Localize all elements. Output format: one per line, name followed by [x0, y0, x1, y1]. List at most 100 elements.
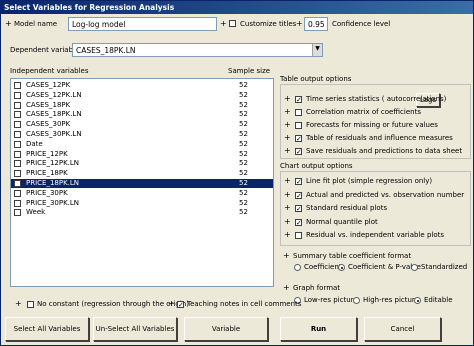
- list-item[interactable]: PRICE_12PK 52: [11, 150, 273, 159]
- variable-checkbox[interactable]: ✓: [14, 180, 21, 188]
- list-item[interactable]: CASES_30PK 52: [11, 120, 273, 129]
- option-label: Forecasts for missing or future values: [306, 121, 438, 129]
- variable-name: Date: [26, 139, 43, 148]
- chart-output-heading: Chart output options: [280, 162, 353, 170]
- option-checkbox[interactable]: ✓: [295, 148, 302, 156]
- radio-button[interactable]: [411, 264, 418, 271]
- plus-icon[interactable]: +: [284, 231, 291, 239]
- independent-variables-list[interactable]: CASES_12PK 52 CASES_12PK.LN 52 CASES_18PK 52 C…: [10, 78, 274, 287]
- teaching-notes-checkbox[interactable]: ✓: [177, 301, 184, 309]
- radio-button[interactable]: [353, 297, 360, 304]
- plus-icon[interactable]: +: [284, 190, 291, 199]
- variable-checkbox[interactable]: [14, 82, 21, 89]
- coefficient-format-heading: Summary table coefficient format: [293, 252, 412, 260]
- list-item[interactable]: ✓ PRICE_18PK.LN 52: [11, 179, 273, 188]
- confidence-level-input[interactable]: 0.95: [304, 17, 328, 31]
- variable-checkbox[interactable]: [14, 189, 21, 197]
- run-button[interactable]: Run: [280, 317, 357, 341]
- option-checkbox[interactable]: [295, 122, 302, 129]
- variable-checkbox[interactable]: [14, 160, 21, 168]
- variable-name: CASES_12PK: [26, 81, 71, 89]
- variable-name: PRICE_30PK.LN: [26, 198, 80, 207]
- sample-size: 52: [239, 90, 248, 99]
- variable-checkbox[interactable]: [14, 140, 21, 148]
- plus-icon[interactable]: +: [284, 217, 291, 226]
- option-checkbox[interactable]: [295, 109, 302, 116]
- option-checkbox[interactable]: ✓: [295, 218, 302, 227]
- variable-checkbox[interactable]: [14, 209, 21, 217]
- list-item[interactable]: PRICE_30PK 52: [11, 189, 273, 198]
- sample-size: 52: [239, 120, 248, 129]
- window-title: Select Variables for Regression Analysis: [1, 1, 473, 14]
- option-checkbox[interactable]: ✓: [295, 135, 302, 143]
- cancel-button[interactable]: Cancel: [364, 317, 441, 341]
- option-checkbox[interactable]: [295, 232, 302, 239]
- list-item[interactable]: Week 52: [11, 208, 273, 217]
- option-checkbox[interactable]: ✓: [295, 96, 302, 104]
- option-checkbox[interactable]: ✓: [295, 178, 302, 186]
- list-item[interactable]: Date 52: [11, 140, 273, 149]
- variable-checkbox[interactable]: [14, 199, 21, 207]
- plus-icon[interactable]: +: [284, 204, 291, 212]
- variable-name: CASES_18PK: [26, 100, 71, 109]
- option-label: Correlation matrix of coefficients: [306, 108, 421, 116]
- variable-name: CASES_30PK: [26, 120, 71, 129]
- radio-label: Coefficient: [304, 263, 342, 271]
- variable-checkbox[interactable]: [14, 121, 21, 129]
- radio-button[interactable]: [294, 264, 301, 271]
- plus-icon[interactable]: +: [296, 20, 303, 28]
- check-icon: ✓: [296, 96, 302, 104]
- variable-checkbox[interactable]: [14, 111, 21, 119]
- plus-icon[interactable]: +: [220, 20, 227, 28]
- list-item[interactable]: CASES_18PK 52: [11, 101, 273, 110]
- check-icon: ✓: [296, 218, 302, 227]
- variable-checkbox[interactable]: [14, 150, 21, 158]
- variable-checkbox[interactable]: [14, 131, 21, 138]
- list-item[interactable]: PRICE_12PK.LN 52: [11, 159, 273, 168]
- customize-titles-label: Customize titles: [240, 20, 297, 28]
- radio-label: Standardized: [421, 263, 468, 271]
- list-item[interactable]: CASES_30PK.LN 52: [11, 130, 273, 139]
- check-icon: ✓: [296, 205, 302, 213]
- option-label: Standard residual plots: [306, 204, 388, 212]
- option-checkbox[interactable]: ✓: [295, 191, 302, 199]
- list-item[interactable]: CASES_18PK.LN 52: [11, 110, 273, 119]
- check-icon: ✓: [15, 180, 21, 188]
- customize-titles-checkbox[interactable]: [229, 20, 236, 27]
- plus-icon[interactable]: +: [284, 177, 291, 185]
- plus-icon[interactable]: +: [284, 95, 291, 103]
- plus-icon[interactable]: +: [283, 252, 290, 260]
- plus-icon[interactable]: +: [284, 108, 291, 116]
- no-constant-checkbox[interactable]: [27, 301, 34, 308]
- plus-icon[interactable]: +: [284, 134, 291, 142]
- plus-icon[interactable]: +: [5, 20, 12, 28]
- variable-checkbox[interactable]: [14, 170, 21, 178]
- sample-size: 52: [239, 110, 248, 119]
- plus-icon[interactable]: +: [284, 121, 291, 129]
- chevron-down-icon[interactable]: ▼: [312, 44, 322, 56]
- list-item[interactable]: PRICE_30PK.LN 52: [11, 199, 273, 208]
- plus-icon[interactable]: +: [168, 300, 175, 308]
- plus-icon[interactable]: +: [283, 284, 290, 292]
- plus-icon[interactable]: +: [284, 147, 291, 155]
- variable-checkbox[interactable]: [14, 91, 21, 99]
- model-name-input[interactable]: Log-log model: [68, 17, 217, 31]
- dependent-variable-select[interactable]: CASES_18PK.LN ▼: [72, 43, 323, 57]
- option-checkbox[interactable]: ✓: [295, 205, 302, 213]
- radio-label: Editable: [424, 296, 453, 304]
- variable-name: Week: [26, 208, 46, 217]
- list-item[interactable]: PRICE_18PK 52: [11, 169, 273, 178]
- radio-button[interactable]: [338, 264, 345, 271]
- list-item[interactable]: CASES_12PK.LN 52: [11, 91, 273, 100]
- check-icon: ✓: [296, 135, 302, 143]
- plus-icon[interactable]: +: [15, 300, 22, 308]
- table-output-group: Lags + ✓ Time series statistics ( autocorr…: [280, 84, 471, 159]
- select-all-variables-button[interactable]: Select All Variables: [5, 317, 89, 341]
- variable-transformations-button[interactable]: Variable Transformations: [184, 317, 268, 341]
- radio-button[interactable]: [414, 297, 421, 304]
- unselect-all-variables-button[interactable]: Un-Select All Variables: [93, 317, 177, 341]
- list-item[interactable]: CASES_12PK 52: [11, 81, 273, 90]
- variable-checkbox[interactable]: [14, 101, 21, 109]
- check-icon: ✓: [178, 301, 184, 309]
- option-label: Normal quantile plot: [306, 217, 378, 226]
